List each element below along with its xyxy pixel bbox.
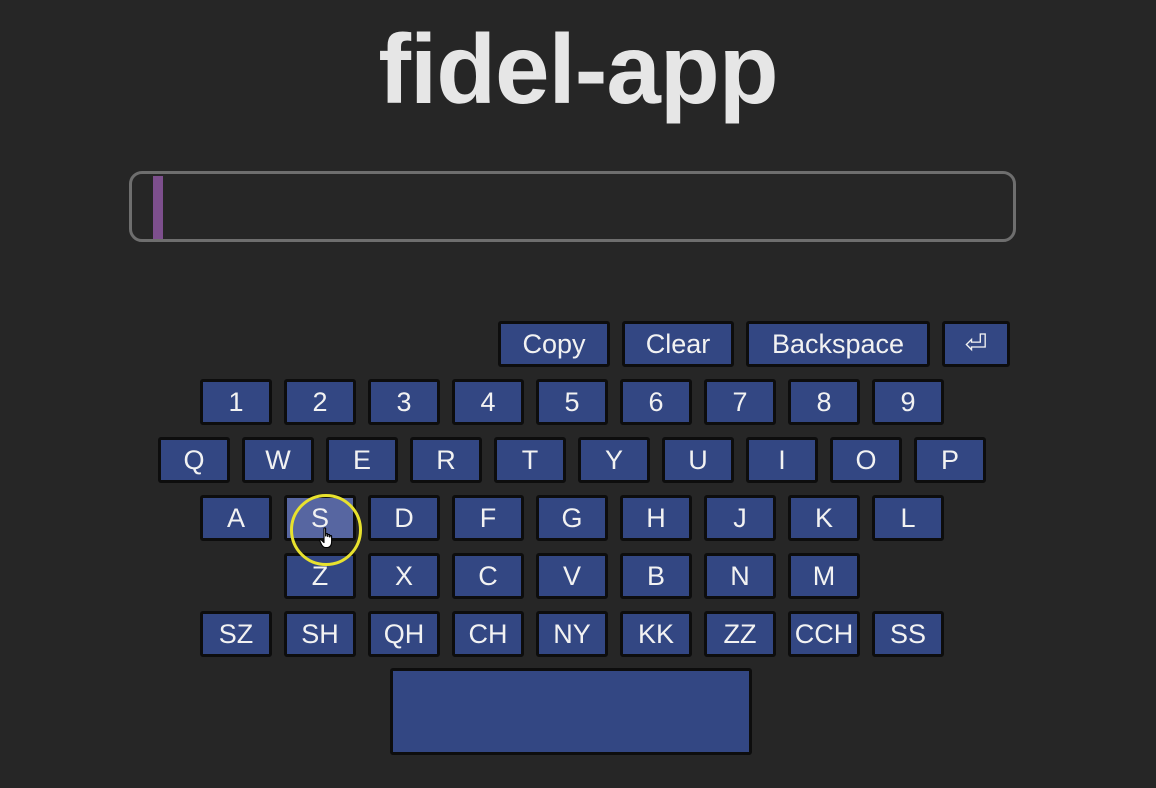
home-row: ASDFGHJKL	[200, 495, 944, 541]
key-z[interactable]: Z	[284, 553, 356, 599]
enter-button[interactable]: ⏎	[942, 321, 1010, 367]
key-7[interactable]: 7	[704, 379, 776, 425]
key-kk[interactable]: KK	[620, 611, 692, 657]
key-n[interactable]: N	[704, 553, 776, 599]
key-v[interactable]: V	[536, 553, 608, 599]
key-h[interactable]: H	[620, 495, 692, 541]
return-icon: ⏎	[964, 328, 988, 359]
copy-button[interactable]: Copy	[498, 321, 610, 367]
digraph-row: SZ SH QH CH NY KK ZZ CCH SS	[200, 611, 944, 657]
key-8[interactable]: 8	[788, 379, 860, 425]
key-g[interactable]: G	[536, 495, 608, 541]
key-2[interactable]: 2	[284, 379, 356, 425]
key-e[interactable]: E	[326, 437, 398, 483]
key-x[interactable]: X	[368, 553, 440, 599]
key-s[interactable]: S	[284, 495, 356, 541]
key-d[interactable]: D	[368, 495, 440, 541]
key-cch[interactable]: CCH	[788, 611, 860, 657]
key-6[interactable]: 6	[620, 379, 692, 425]
key-u[interactable]: U	[662, 437, 734, 483]
key-sz[interactable]: SZ	[200, 611, 272, 657]
qwerty-row: QWERTYUIOP	[158, 437, 986, 483]
key-f[interactable]: F	[452, 495, 524, 541]
key-ny[interactable]: NY	[536, 611, 608, 657]
key-1[interactable]: 1	[200, 379, 272, 425]
text-caret	[153, 176, 163, 239]
key-ch[interactable]: CH	[452, 611, 524, 657]
key-o[interactable]: O	[830, 437, 902, 483]
number-row: 123456789	[200, 379, 944, 425]
key-5[interactable]: 5	[536, 379, 608, 425]
key-i[interactable]: I	[746, 437, 818, 483]
page-title: fidel-app	[378, 14, 778, 124]
key-b[interactable]: B	[620, 553, 692, 599]
key-3[interactable]: 3	[368, 379, 440, 425]
action-row: Copy Clear Backspace ⏎	[498, 321, 1010, 367]
key-l[interactable]: L	[872, 495, 944, 541]
key-k[interactable]: K	[788, 495, 860, 541]
key-y[interactable]: Y	[578, 437, 650, 483]
key-sh[interactable]: SH	[284, 611, 356, 657]
clear-button[interactable]: Clear	[622, 321, 734, 367]
key-c[interactable]: C	[452, 553, 524, 599]
key-ss[interactable]: SS	[872, 611, 944, 657]
key-m[interactable]: M	[788, 553, 860, 599]
key-zz[interactable]: ZZ	[704, 611, 776, 657]
backspace-button[interactable]: Backspace	[746, 321, 930, 367]
app-root: fidel-app Copy Clear Backspace ⏎ 1234567…	[0, 0, 1156, 788]
key-j[interactable]: J	[704, 495, 776, 541]
key-a[interactable]: A	[200, 495, 272, 541]
space-key[interactable]	[390, 668, 752, 755]
key-q[interactable]: Q	[158, 437, 230, 483]
text-input[interactable]	[129, 171, 1016, 242]
key-t[interactable]: T	[494, 437, 566, 483]
key-r[interactable]: R	[410, 437, 482, 483]
key-9[interactable]: 9	[872, 379, 944, 425]
key-w[interactable]: W	[242, 437, 314, 483]
key-4[interactable]: 4	[452, 379, 524, 425]
key-qh[interactable]: QH	[368, 611, 440, 657]
key-p[interactable]: P	[914, 437, 986, 483]
bottom-row: ZXCVBNM	[284, 553, 860, 599]
